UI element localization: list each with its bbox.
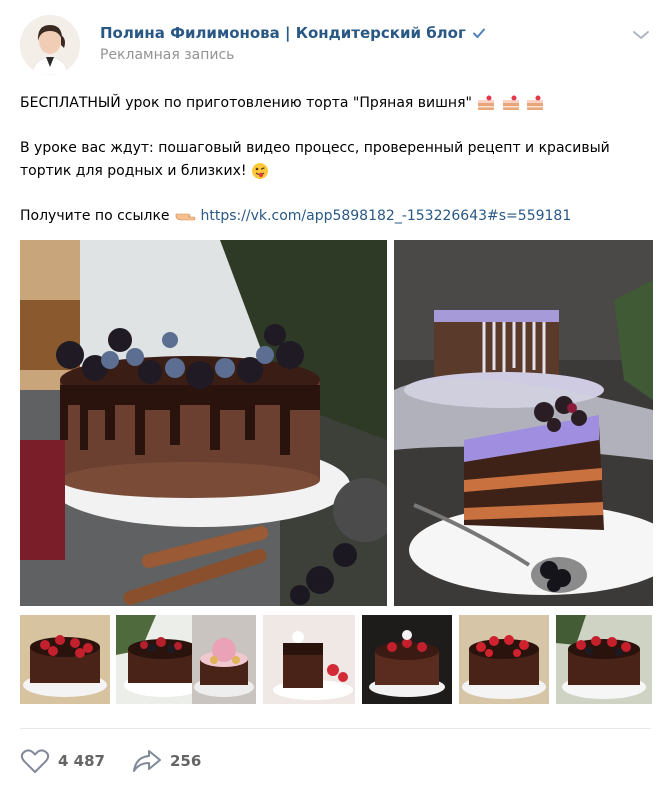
post-text-line-4: Получите по ссылке https://vk.com/app589…	[20, 205, 571, 227]
avatar[interactable]	[20, 15, 80, 75]
ad-label: Рекламная запись	[100, 47, 235, 63]
thumbnail-4[interactable]	[263, 615, 355, 704]
post-text-line-3: тортик для родных и близких!	[20, 160, 269, 182]
heart-icon	[20, 749, 50, 773]
author-name-text[interactable]: Полина Филимонова | Кондитерский блог	[100, 24, 466, 42]
share-button[interactable]: 256	[132, 748, 201, 774]
like-button[interactable]: 4 487	[20, 748, 105, 774]
post-text-line-2: В уроке вас ждут: пошаговый видео процес…	[20, 140, 610, 156]
cake-emoji	[502, 95, 519, 110]
chevron-down-icon[interactable]	[631, 26, 651, 44]
author-name[interactable]: Полина Филимонова | Кондитерский блог	[100, 24, 486, 42]
winking-tongue-emoji	[251, 163, 268, 179]
verified-icon	[472, 28, 485, 38]
like-count: 4 487	[58, 752, 105, 770]
cake-emoji	[478, 95, 495, 110]
cake-emoji	[527, 95, 544, 110]
post-text-line-3-content: тортик для родных и близких!	[20, 163, 247, 179]
main-photo-chocolate-cake[interactable]	[20, 240, 387, 606]
share-count: 256	[170, 752, 202, 770]
post-text-line-1: БЕСПЛАТНЫЙ урок по приготовлению торта "…	[20, 92, 545, 114]
post-header: Полина Филимонова | Кондитерский блог Ре…	[0, 0, 671, 90]
thumbnail-6[interactable]	[459, 615, 549, 704]
share-arrow-icon	[133, 750, 161, 772]
post-text-line-1-content: БЕСПЛАТНЫЙ урок по приготовлению торта "…	[20, 95, 472, 111]
post-link[interactable]: https://vk.com/app5898182_-153226643#s=5…	[200, 208, 571, 224]
thumbnail-1[interactable]	[20, 615, 110, 704]
cake-emoji-group	[476, 95, 545, 111]
thumbnail-5[interactable]	[362, 615, 452, 704]
divider	[20, 728, 651, 729]
pointing-hand-emoji	[175, 213, 196, 221]
main-photo-cake-slice[interactable]	[394, 240, 653, 606]
thumbnail-7[interactable]	[556, 615, 652, 704]
post-text-line-4-prefix: Получите по ссылке	[20, 208, 170, 224]
